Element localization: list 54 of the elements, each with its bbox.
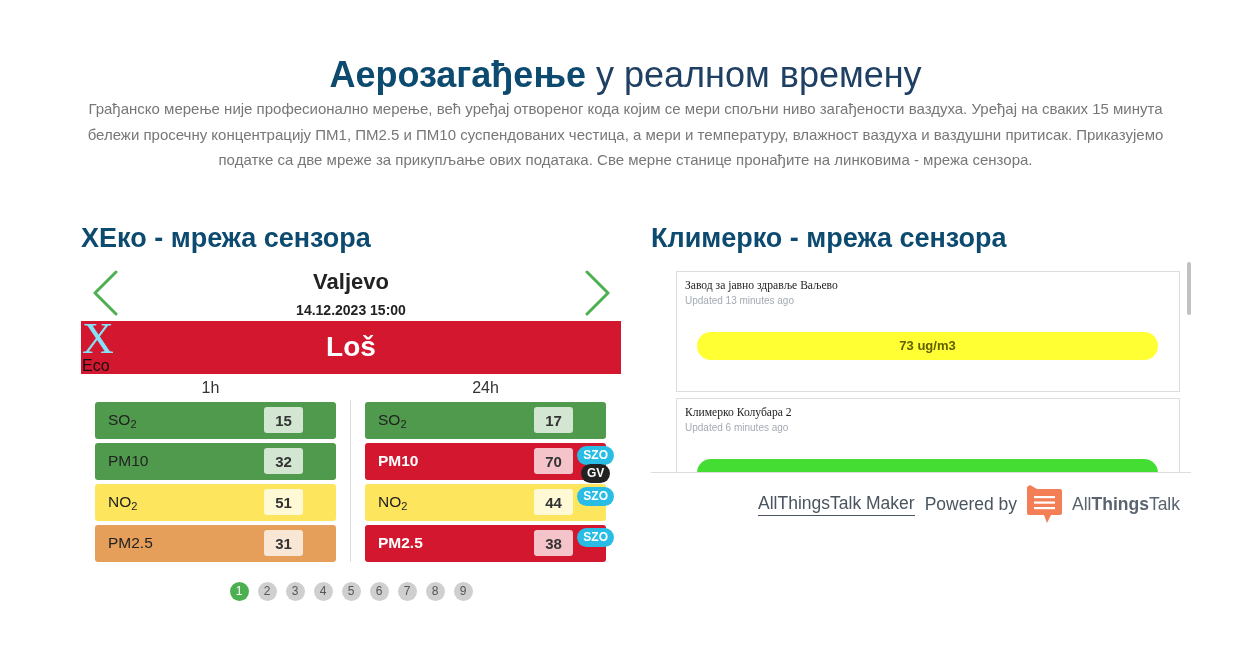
pollutant-label: SO$_{2}$ [378,411,408,429]
reading-value: 17 [534,407,573,433]
chevron-left-icon [92,270,119,316]
status-label: Loš [326,330,376,364]
pollutant-label: SO$_{2}$ [108,411,138,429]
page-button[interactable]: 2 [257,581,277,601]
scrollbar-thumb[interactable] [1187,261,1191,315]
reading-value: 31 [264,530,303,556]
pollutant-label: NO$_{2}$ [378,493,409,511]
previous-button[interactable] [92,270,119,316]
reading-value: 44 [534,489,573,515]
reading-bar: 73 ug/m3 [697,331,1158,360]
pollutant-label: PM2.5 [108,534,154,552]
section-title: ХЕко - мрежа сензора [81,222,371,253]
reading-value: 51 [264,489,303,515]
pollutant-label: PM10 [378,452,420,470]
logo-text: Eco [82,356,110,374]
station-name: Завод за јавно здравље Ваљево [685,277,838,294]
next-button[interactable] [584,270,611,316]
reading-value: 15 [264,407,303,433]
speech-bubble-icon [1027,484,1063,523]
station-name: Valjevo [313,267,389,296]
intro-text: Грађанско мерење није професионално мерење, већ уређај отвореног кода којим се мери спољни ниво загађености ваздуха. Уређај на сваких 15 минута бележи просечну концентрацију ПМ1, ПМ2.5 и ПМ10 суспендованих честица, а мери и температуру, влажност ваздуха и ваздушни притисак. Приказујемо податке са две мреже за прикупљање ових података. Све мерне станице пронађите на линковима - мрежа сензора. [86,99,1165,170]
pollutant-label: PM2.5 [378,534,424,552]
limit-tag: GV [581,463,611,483]
page-title: Аерозагађење у реалном времену [329,54,922,96]
limit-tag: SZO [577,486,614,506]
logo-mark: X [82,320,114,357]
brand-name: AllThingsTalk [1072,492,1180,515]
timestamp: 14.12.2023 15:00 [296,300,406,319]
pollutant-label: NO$_{2}$ [108,493,139,511]
reading-value: 70 [534,448,573,474]
reading-value: 32 [264,448,303,474]
period-label: 1h [201,377,220,398]
page-button[interactable]: 7 [397,581,417,601]
updated-time: Updated 13 minutes ago [685,293,794,307]
chevron-right-icon [584,270,611,316]
limit-tag: SZO [577,527,614,547]
maker-link[interactable]: AllThingsTalk Maker [758,491,915,516]
page-button[interactable]: 9 [453,581,473,601]
station-name: Климерко Колубара 2 [685,404,792,421]
reading-value: 38 [534,530,573,556]
section-title: Климерко - мрежа сензора [651,222,1007,253]
powered-by-text: Powered by [924,492,1018,515]
page-button[interactable]: 1 [229,581,249,601]
page-button[interactable]: 5 [341,581,361,601]
page-button[interactable]: 3 [285,581,305,601]
limit-tag: SZO [577,445,614,465]
page-button[interactable]: 8 [425,581,445,601]
period-label: 24h [472,377,499,398]
page-button[interactable]: 6 [369,581,389,601]
pollutant-label: PM10 [108,452,150,470]
page-button[interactable]: 4 [313,581,333,601]
updated-time: Updated 6 minutes ago [685,420,789,434]
